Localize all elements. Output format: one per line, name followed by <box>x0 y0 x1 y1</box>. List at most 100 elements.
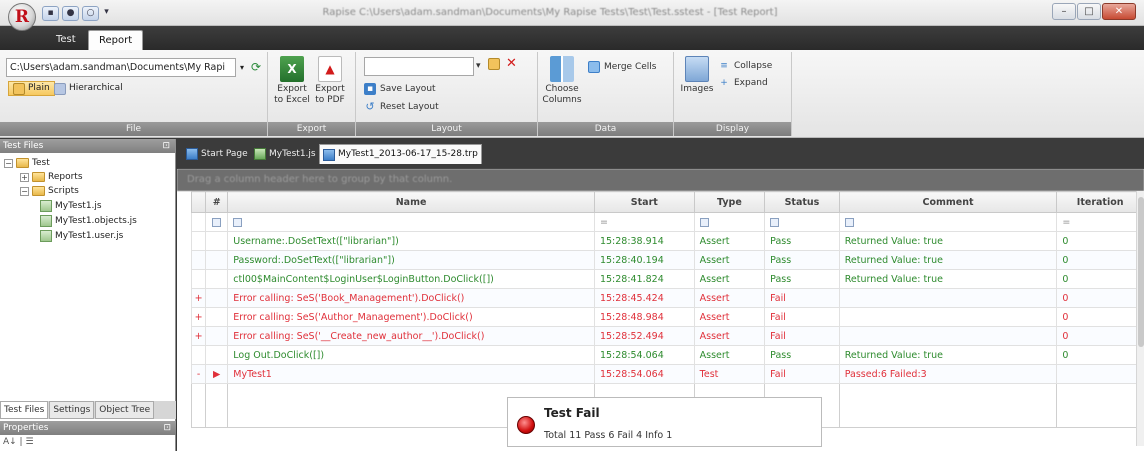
row-expand-cell[interactable]: + <box>190 307 207 327</box>
export-excel-button[interactable]: X Export to Excel <box>274 56 310 106</box>
filter-cell[interactable] <box>205 212 229 232</box>
cell-start[interactable]: 15:28:38.914 <box>593 231 695 251</box>
pin-icon[interactable]: ⊡ <box>163 421 171 435</box>
play-icon[interactable]: ○ <box>82 6 99 21</box>
filter-cell-status[interactable] <box>764 212 840 232</box>
close-button[interactable]: ✕ <box>1102 3 1136 20</box>
properties-toolbar[interactable]: A↓ | ☰ <box>3 437 34 447</box>
tree-node-file[interactable]: MyTest1.js <box>40 200 102 212</box>
cell-name[interactable]: Log Out.DoClick([]) <box>227 345 595 365</box>
row-expand-cell[interactable]: + <box>190 326 207 346</box>
filter-operator-icon[interactable] <box>770 217 780 227</box>
tree-node-test[interactable]: − Test <box>4 157 50 169</box>
vertical-scrollbar[interactable] <box>1136 191 1144 446</box>
delete-layout-icon[interactable]: ✕ <box>506 57 517 71</box>
expand-button[interactable]: + Expand <box>718 76 767 90</box>
qat-dropdown-icon[interactable]: ▾ <box>102 6 111 21</box>
cell-iteration[interactable]: 0 <box>1056 288 1144 308</box>
collapse-button[interactable]: ≡ Collapse <box>718 59 772 73</box>
cell-type[interactable]: Assert <box>693 269 766 289</box>
table-row[interactable]: - ▶ MyTest1 15:28:54.064 Test Fail Passed:6 Fa… <box>190 364 1144 384</box>
expand-icon[interactable]: + <box>20 172 29 182</box>
cell-status[interactable]: Fail <box>764 288 840 308</box>
cell-start[interactable]: 15:28:48.984 <box>593 307 695 327</box>
cell-name[interactable]: Password:.DoSetText(["librarian"]) <box>227 250 595 270</box>
cell-type[interactable]: Assert <box>693 231 766 251</box>
table-row[interactable]: ctl00$MainContent$LoginUser$LoginButton.… <box>190 269 1144 289</box>
column-header-type[interactable]: Type <box>693 191 766 213</box>
table-row[interactable]: Log Out.DoClick([]) 15:28:54.064 Assert Pas… <box>190 345 1144 365</box>
cell-iteration[interactable]: 0 <box>1056 345 1144 365</box>
column-header-name[interactable]: Name <box>227 191 595 213</box>
cell-start[interactable]: 15:28:54.064 <box>593 364 695 384</box>
column-header-hash[interactable]: # <box>205 191 229 213</box>
layout-select[interactable] <box>364 57 474 76</box>
save-icon[interactable]: ▪ <box>42 6 59 21</box>
table-row[interactable]: + Error calling: SeS('Book_Management').D… <box>190 288 1144 308</box>
cell-comment[interactable]: Returned Value: true <box>838 250 1058 270</box>
layout-dropdown-icon[interactable]: ▾ <box>476 59 481 73</box>
open-layout-folder-icon[interactable] <box>488 58 500 70</box>
cell-comment[interactable] <box>838 288 1058 308</box>
cell-type[interactable]: Assert <box>693 250 766 270</box>
tab-settings[interactable]: Settings <box>49 401 95 419</box>
reset-layout-button[interactable]: ↺ Reset Layout <box>364 100 438 114</box>
table-row[interactable]: + Error calling: SeS('__Create_new_author… <box>190 326 1144 346</box>
filter-cell-iteration[interactable]: = <box>1056 212 1144 232</box>
cell-start[interactable]: 15:28:54.064 <box>593 345 695 365</box>
doc-tab-report[interactable]: MyTest1_2013-06-17_15-28.trp <box>319 144 482 164</box>
merge-cells-button[interactable]: Merge Cells <box>588 60 656 74</box>
cell-name[interactable]: Username:.DoSetText(["librarian"]) <box>227 231 595 251</box>
cell-name[interactable]: MyTest1 <box>227 364 595 384</box>
cell-status[interactable]: Pass <box>764 345 840 365</box>
collapse-icon[interactable]: − <box>4 158 13 168</box>
plain-view-button[interactable]: Plain <box>8 81 55 96</box>
filter-cell-name[interactable] <box>227 212 595 232</box>
cell-status[interactable]: Pass <box>764 250 840 270</box>
cell-comment[interactable] <box>838 307 1058 327</box>
cell-start[interactable]: 15:28:45.424 <box>593 288 695 308</box>
cell-start[interactable]: 15:28:52.494 <box>593 326 695 346</box>
filter-operator-icon[interactable] <box>233 217 243 227</box>
cell-type[interactable]: Assert <box>693 326 766 346</box>
images-button[interactable]: Images <box>680 56 714 95</box>
cell-comment[interactable]: Returned Value: true <box>838 231 1058 251</box>
minimize-button[interactable]: – <box>1052 3 1076 20</box>
cell-comment[interactable] <box>838 326 1058 346</box>
doc-tab-mytest1-js[interactable]: MyTest1.js <box>251 144 319 164</box>
column-header-comment[interactable]: Comment <box>838 191 1058 213</box>
cell-name[interactable]: Error calling: SeS('Book_Management').Do… <box>227 288 595 308</box>
row-expand-cell[interactable]: - <box>190 364 207 384</box>
cell-comment[interactable]: Returned Value: true <box>838 345 1058 365</box>
cell-iteration[interactable]: 0 <box>1056 307 1144 327</box>
filter-operator-icon[interactable] <box>844 217 854 227</box>
cell-comment[interactable]: Returned Value: true <box>838 269 1058 289</box>
chevron-down-icon[interactable]: ▾ <box>236 58 248 77</box>
cell-name[interactable]: Error calling: SeS('Author_Management').… <box>227 307 595 327</box>
cell-type[interactable]: Assert <box>693 307 766 327</box>
collapse-icon[interactable]: − <box>20 186 29 196</box>
cell-type[interactable]: Assert <box>693 345 766 365</box>
filter-operator-icon[interactable] <box>699 217 709 227</box>
cell-iteration[interactable]: 0 <box>1056 231 1144 251</box>
cell-type[interactable]: Test <box>693 364 766 384</box>
cell-name[interactable]: ctl00$MainContent$LoginUser$LoginButton.… <box>227 269 595 289</box>
tab-test-files[interactable]: Test Files <box>0 401 49 419</box>
export-pdf-button[interactable]: ▲ Export to PDF <box>312 56 348 106</box>
table-row[interactable]: Username:.DoSetText(["librarian"]) 15:28:… <box>190 231 1144 251</box>
cell-status[interactable]: Fail <box>764 326 840 346</box>
filter-clear-icon[interactable] <box>212 217 222 227</box>
cell-iteration[interactable]: 0 <box>1056 326 1144 346</box>
tree-node-file[interactable]: MyTest1.user.js <box>40 230 123 242</box>
table-row[interactable]: + Error calling: SeS('Author_Management')… <box>190 307 1144 327</box>
report-path-input[interactable]: C:\Users\adam.sandman\Documents\My Rapi <box>6 58 236 77</box>
save-layout-button[interactable]: ▪ Save Layout <box>364 82 436 96</box>
cell-iteration[interactable]: 0 <box>1056 250 1144 270</box>
column-header-status[interactable]: Status <box>764 191 840 213</box>
cell-start[interactable]: 15:28:40.194 <box>593 250 695 270</box>
doc-tab-start-page[interactable]: Start Page <box>183 144 251 164</box>
group-by-drop-area[interactable]: Drag a column header here to group by th… <box>177 169 1144 191</box>
cell-type[interactable]: Assert <box>693 288 766 308</box>
cell-name[interactable]: Error calling: SeS('__Create_new_author_… <box>227 326 595 346</box>
cell-comment[interactable]: Passed:6 Failed:3 <box>838 364 1058 384</box>
